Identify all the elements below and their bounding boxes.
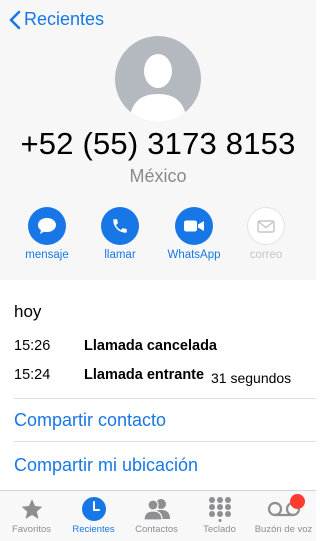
back-button[interactable]: Recientes bbox=[8, 9, 104, 30]
person-silhouette-icon bbox=[129, 54, 187, 122]
tab-contactos[interactable]: Contactos bbox=[125, 495, 188, 535]
contacts-icon bbox=[142, 499, 170, 521]
call-description: Llamada cancelada bbox=[84, 338, 217, 354]
chevron-left-icon bbox=[9, 10, 21, 29]
message-bubble-icon bbox=[38, 218, 56, 234]
tab-teclado[interactable]: Teclado bbox=[188, 495, 251, 535]
envelope-icon bbox=[257, 219, 275, 233]
mail-label: correo bbox=[249, 249, 283, 261]
call-button[interactable] bbox=[101, 207, 139, 245]
call-description: Llamada entrante bbox=[84, 367, 205, 383]
message-button[interactable] bbox=[28, 207, 66, 245]
notification-badge bbox=[290, 494, 305, 509]
video-camera-icon bbox=[184, 220, 204, 232]
back-label: Recientes bbox=[24, 9, 105, 29]
clock-icon bbox=[81, 497, 106, 521]
tab-label: Recientes bbox=[72, 524, 115, 535]
mail-action: correo bbox=[236, 207, 296, 261]
whatsapp-button[interactable] bbox=[175, 207, 213, 245]
phone-icon bbox=[113, 219, 127, 233]
mail-button bbox=[247, 207, 285, 245]
contact-country: México bbox=[129, 166, 187, 186]
keypad-icon bbox=[208, 497, 231, 522]
call-duration: 31 segundos bbox=[211, 370, 292, 386]
contact-phone-number: +52 (55) 3173 8153 bbox=[20, 126, 296, 161]
call-action[interactable]: llamar bbox=[90, 207, 150, 261]
avatar bbox=[115, 36, 201, 122]
whatsapp-action[interactable]: WhatsApp bbox=[164, 207, 224, 261]
tab-label: Buzón de voz bbox=[254, 524, 313, 535]
whatsapp-label: WhatsApp bbox=[167, 249, 221, 261]
tab-buzon-de-voz[interactable]: Buzón de voz bbox=[252, 494, 315, 535]
tab-label: Contactos bbox=[135, 524, 178, 535]
message-label: mensaje bbox=[25, 249, 69, 261]
tab-label: Favoritos bbox=[11, 524, 52, 535]
call-history-day: hoy bbox=[14, 302, 42, 321]
share-contact-link[interactable]: Compartir contacto bbox=[14, 410, 166, 431]
tab-recientes[interactable]: Recientes bbox=[62, 495, 125, 535]
tab-favoritos[interactable]: Favoritos bbox=[0, 495, 63, 535]
call-time: 15:24 bbox=[14, 367, 51, 383]
divider bbox=[14, 398, 316, 399]
divider bbox=[14, 441, 316, 442]
call-time: 15:26 bbox=[14, 338, 51, 354]
share-location-link[interactable]: Compartir mi ubicación bbox=[14, 455, 198, 476]
message-action[interactable]: mensaje bbox=[17, 207, 77, 261]
tab-label: Teclado bbox=[203, 524, 236, 535]
call-label: llamar bbox=[104, 249, 136, 261]
star-icon bbox=[21, 498, 42, 519]
tab-bar: Favoritos Recientes Contactos Teclado Bu… bbox=[0, 490, 316, 541]
